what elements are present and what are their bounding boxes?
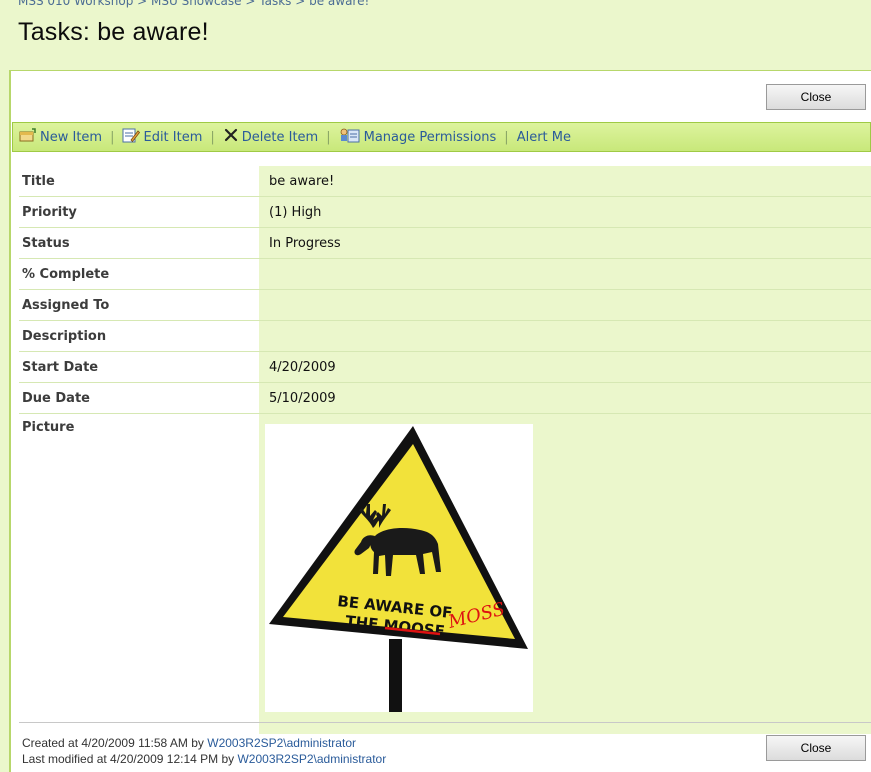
item-fields: Title be aware! Priority (1) High Status… xyxy=(19,166,871,734)
delete-item-label: Delete Item xyxy=(241,129,319,145)
modified-by-link[interactable]: W2003R2SP2\administrator xyxy=(237,752,386,766)
toolbar-separator: | xyxy=(110,129,115,145)
field-row-due-date: Due Date 5/10/2009 xyxy=(19,383,871,414)
field-label: Due Date xyxy=(19,383,259,413)
field-row-title: Title be aware! xyxy=(19,166,871,197)
alert-me-label: Alert Me xyxy=(516,129,571,145)
field-value: (1) High xyxy=(259,197,871,227)
field-value: 4/20/2009 xyxy=(259,352,871,382)
field-value xyxy=(259,259,871,289)
field-label: Status xyxy=(19,228,259,258)
breadcrumb-sep: > xyxy=(241,0,260,8)
close-button-top[interactable]: Close xyxy=(766,84,866,110)
field-label: Start Date xyxy=(19,352,259,382)
field-label: Picture xyxy=(19,414,259,724)
toolbar-separator: | xyxy=(504,129,509,145)
field-label: % Complete xyxy=(19,259,259,289)
breadcrumb-item-site[interactable]: MSS 010 Workshop xyxy=(18,0,133,8)
created-text: Created at 4/20/2009 11:58 AM by xyxy=(22,736,208,750)
field-value: In Progress xyxy=(259,228,871,258)
edit-item-label: Edit Item xyxy=(143,129,203,145)
alert-me-link[interactable]: Alert Me xyxy=(517,130,571,145)
field-label: Priority xyxy=(19,197,259,227)
new-item-icon xyxy=(19,128,37,146)
field-label: Title xyxy=(19,166,259,196)
field-value: BE AWARE OF THE MOOSE MOSS xyxy=(259,414,871,734)
footer-divider xyxy=(19,722,871,723)
edit-item-button[interactable]: Edit Item xyxy=(122,127,202,147)
edit-item-icon xyxy=(122,127,141,147)
field-row-description: Description xyxy=(19,321,871,352)
modified-info: Last modified at 4/20/2009 12:14 PM by W… xyxy=(22,751,386,767)
picture-image: BE AWARE OF THE MOOSE MOSS xyxy=(265,424,533,712)
field-row-priority: Priority (1) High xyxy=(19,197,871,228)
breadcrumb-sep: > xyxy=(291,0,310,8)
field-row-assigned-to: Assigned To xyxy=(19,290,871,321)
field-value xyxy=(259,321,871,351)
field-row-start-date: Start Date 4/20/2009 xyxy=(19,352,871,383)
new-item-label: New Item xyxy=(40,129,103,145)
manage-permissions-label: Manage Permissions xyxy=(363,129,497,145)
field-row-picture: Picture BE AWARE OF THE MOOSE MOSS xyxy=(19,414,871,734)
breadcrumb: MSS 010 Workshop > MSU Showcase > Tasks … xyxy=(18,0,369,8)
toolbar-separator: | xyxy=(210,129,215,145)
breadcrumb-item-current: be aware! xyxy=(309,0,370,8)
close-button-bottom[interactable]: Close xyxy=(766,735,866,761)
toolbar-separator: | xyxy=(326,129,331,145)
page-title: Tasks: be aware! xyxy=(18,18,209,46)
delete-icon xyxy=(223,127,239,147)
delete-item-button[interactable]: Delete Item xyxy=(223,127,318,147)
field-value: 5/10/2009 xyxy=(259,383,871,413)
permissions-icon xyxy=(339,127,361,147)
field-value xyxy=(259,290,871,320)
breadcrumb-item-showcase[interactable]: MSU Showcase xyxy=(151,0,242,8)
breadcrumb-item-tasks[interactable]: Tasks xyxy=(259,0,291,8)
field-label: Assigned To xyxy=(19,290,259,320)
modified-text: Last modified at 4/20/2009 12:14 PM by xyxy=(22,752,238,766)
created-info: Created at 4/20/2009 11:58 AM by W2003R2… xyxy=(22,735,386,751)
breadcrumb-sep: > xyxy=(133,0,152,8)
item-audit-info: Created at 4/20/2009 11:58 AM by W2003R2… xyxy=(22,735,386,767)
field-row-percent-complete: % Complete xyxy=(19,259,871,290)
manage-permissions-button[interactable]: Manage Permissions xyxy=(339,127,497,147)
created-by-link[interactable]: W2003R2SP2\administrator xyxy=(207,736,356,750)
field-label: Description xyxy=(19,321,259,351)
toolbar: New Item | Edit Item | Delete Item | Man… xyxy=(12,122,871,152)
field-value: be aware! xyxy=(259,166,871,196)
field-row-status: Status In Progress xyxy=(19,228,871,259)
new-item-button[interactable]: New Item xyxy=(19,128,102,146)
